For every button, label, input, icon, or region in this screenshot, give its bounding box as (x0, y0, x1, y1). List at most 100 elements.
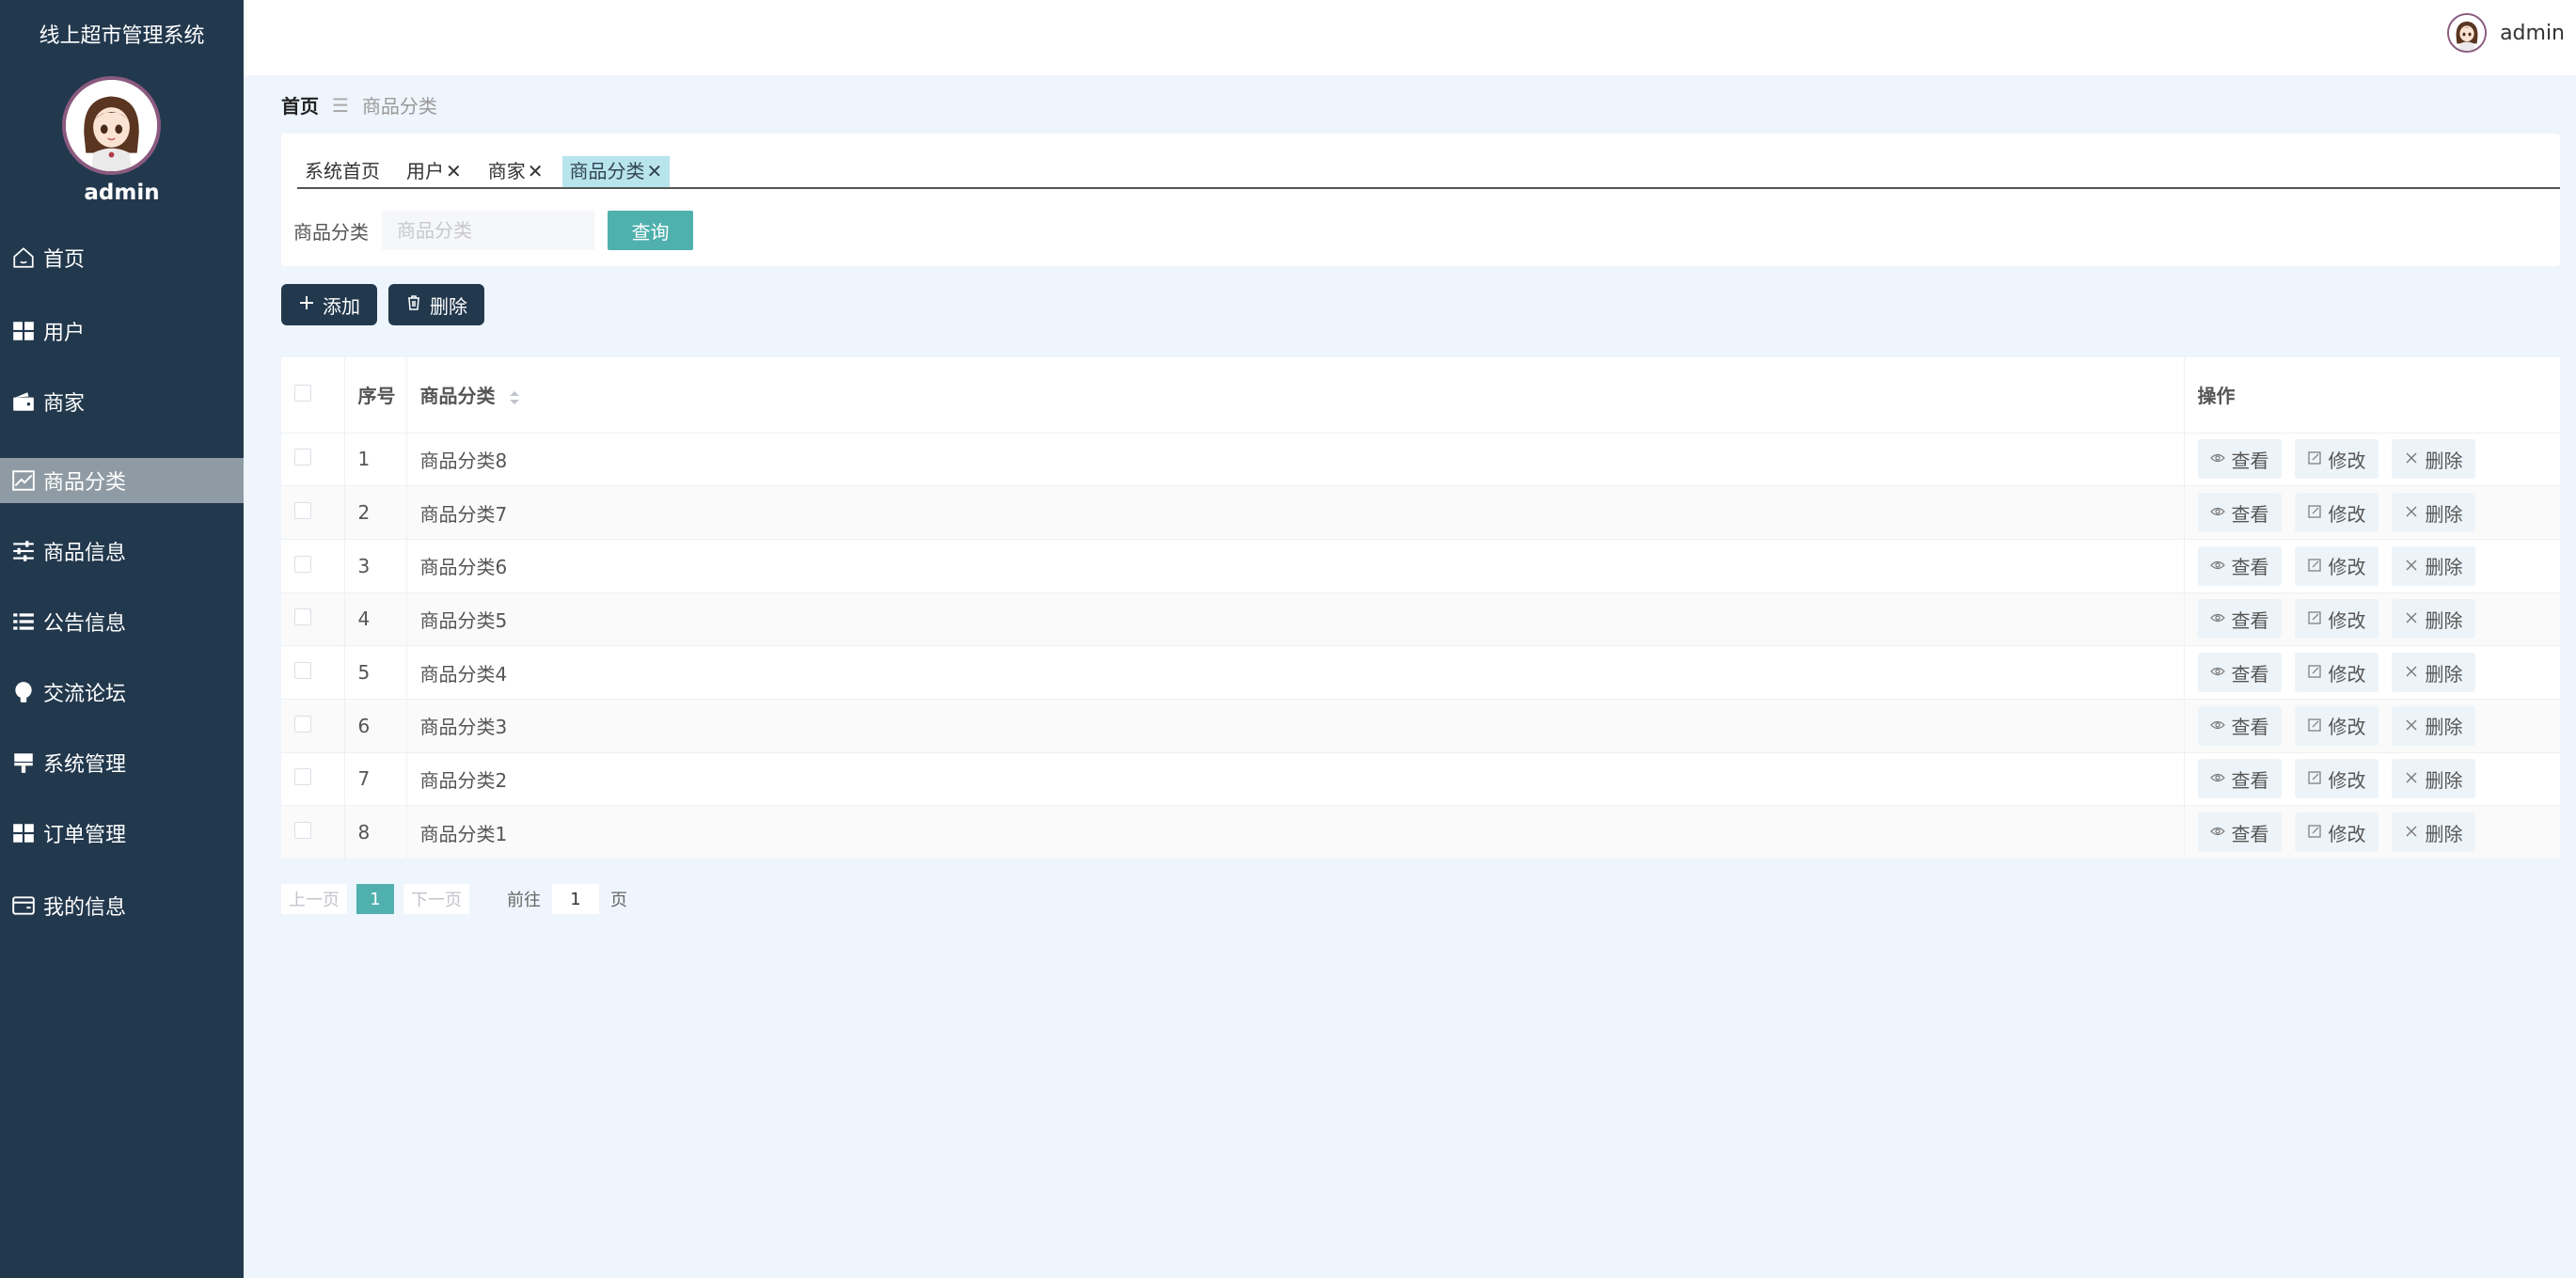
tab-bar: 系统首页 用户 ✕ 商家 ✕ 商品分类 ✕ (297, 156, 2560, 189)
edit-icon (2307, 661, 2322, 684)
row-delete-button[interactable]: 删除 (2391, 705, 2475, 746)
row-checkbox[interactable] (294, 449, 311, 466)
action-bar: 添加 删除 (281, 284, 484, 325)
sidebar-item-users[interactable]: 用户 (0, 308, 244, 354)
user-menu[interactable]: admin (2447, 13, 2565, 53)
top-username[interactable]: admin (2500, 22, 2565, 45)
breadcrumb-home[interactable]: 首页 (281, 91, 319, 118)
avatar[interactable] (2447, 13, 2488, 53)
view-button-label: 查看 (2231, 502, 2269, 526)
close-icon[interactable]: ✕ (446, 156, 462, 187)
sidebar-item-orders[interactable]: 订单管理 (0, 811, 244, 856)
page-unit-label: 页 (610, 891, 627, 910)
row-name: 商品分类4 (406, 645, 2185, 700)
tab-system-home[interactable]: 系统首页 (297, 156, 387, 187)
close-icon (2404, 607, 2419, 630)
edit-button[interactable]: 修改 (2294, 653, 2378, 693)
edit-button-label: 修改 (2328, 768, 2366, 792)
eye-icon (2209, 661, 2225, 684)
view-button[interactable]: 查看 (2197, 705, 2282, 746)
breadcrumb-current: 商品分类 (361, 95, 437, 118)
goto-page-input[interactable] (552, 884, 599, 914)
edit-button[interactable]: 修改 (2294, 599, 2378, 639)
view-button[interactable]: 查看 (2197, 759, 2282, 799)
page-number-button[interactable]: 1 (356, 884, 394, 914)
view-button[interactable]: 查看 (2197, 813, 2282, 853)
row-delete-button[interactable]: 删除 (2391, 439, 2475, 480)
search-input[interactable] (382, 211, 594, 250)
grid-icon (11, 821, 36, 845)
sort-icon[interactable] (509, 390, 520, 405)
row-delete-button[interactable]: 删除 (2391, 493, 2475, 533)
add-button-label: 添加 (323, 294, 360, 318)
row-checkbox[interactable] (294, 502, 311, 520)
row-delete-button-label: 删除 (2425, 449, 2463, 472)
sidebar-item-categories[interactable]: 商品分类 (0, 458, 244, 503)
delete-button[interactable]: 删除 (388, 284, 484, 325)
row-index: 4 (344, 592, 407, 647)
sidebar-item-notices[interactable]: 公告信息 (0, 599, 244, 644)
row-delete-button[interactable]: 删除 (2391, 545, 2475, 586)
add-button[interactable]: 添加 (281, 284, 377, 325)
sidebar-item-label: 商品分类 (43, 471, 127, 495)
tab-categories[interactable]: 商品分类 ✕ (561, 156, 671, 187)
select-all-checkbox[interactable] (294, 384, 311, 402)
row-checkbox[interactable] (294, 768, 311, 786)
view-button[interactable]: 查看 (2197, 439, 2282, 480)
view-button-label: 查看 (2231, 822, 2269, 845)
close-icon (2404, 661, 2419, 684)
view-button[interactable]: 查看 (2197, 599, 2282, 639)
close-icon[interactable]: ✕ (528, 156, 544, 187)
search-button[interactable]: 查询 (608, 211, 693, 250)
eye-icon (2209, 715, 2225, 737)
edit-button[interactable]: 修改 (2294, 759, 2378, 799)
view-button-label: 查看 (2231, 449, 2269, 472)
row-delete-button[interactable]: 删除 (2391, 759, 2475, 799)
close-icon[interactable]: ✕ (647, 156, 663, 187)
tab-users[interactable]: 用户 ✕ (399, 156, 469, 187)
row-delete-button[interactable]: 删除 (2391, 599, 2475, 639)
edit-button[interactable]: 修改 (2294, 705, 2378, 746)
sidebar-item-home[interactable]: 首页 (0, 235, 244, 280)
view-button[interactable]: 查看 (2197, 653, 2282, 693)
avatar-image (66, 80, 157, 171)
row-checkbox[interactable] (294, 608, 311, 626)
edit-button-label: 修改 (2328, 502, 2366, 526)
view-button[interactable]: 查看 (2197, 545, 2282, 586)
edit-button[interactable]: 修改 (2294, 439, 2378, 480)
table-row: 8 商品分类1 查看 修改 删除 (281, 805, 2561, 860)
header-name[interactable]: 商品分类 (406, 357, 2185, 434)
row-checkbox[interactable] (294, 662, 311, 680)
sidebar-item-system[interactable]: 系统管理 (0, 740, 244, 785)
sidebar-item-forum[interactable]: 交流论坛 (0, 670, 244, 715)
sidebar-item-label: 订单管理 (43, 824, 127, 847)
tab-merchants[interactable]: 商家 ✕ (481, 156, 551, 187)
row-name: 商品分类7 (406, 485, 2185, 540)
edit-button[interactable]: 修改 (2294, 813, 2378, 853)
top-bar: admin (244, 0, 2576, 75)
row-checkbox[interactable] (294, 822, 311, 840)
edit-icon (2307, 767, 2322, 790)
row-actions: 查看 修改 删除 (2197, 813, 2561, 853)
avatar[interactable] (62, 76, 161, 175)
view-button[interactable]: 查看 (2197, 493, 2282, 533)
close-icon (2404, 501, 2419, 524)
row-checkbox[interactable] (294, 715, 311, 733)
edit-button[interactable]: 修改 (2294, 493, 2378, 533)
row-delete-button[interactable]: 删除 (2391, 813, 2475, 853)
sidebar-item-merchants[interactable]: 商家 (0, 379, 244, 424)
row-checkbox[interactable] (294, 555, 311, 573)
sidebar-item-profile[interactable]: 我的信息 (0, 883, 244, 928)
prev-page-button[interactable]: 上一页 (281, 884, 347, 914)
eye-icon (2209, 767, 2225, 790)
view-button-label: 查看 (2231, 608, 2269, 632)
next-page-button[interactable]: 下一页 (403, 884, 469, 914)
row-delete-button[interactable]: 删除 (2391, 653, 2475, 693)
edit-icon (2307, 448, 2322, 470)
tab-label: 用户 (406, 160, 444, 182)
sidebar-item-products[interactable]: 商品信息 (0, 529, 244, 574)
row-name: 商品分类5 (406, 592, 2185, 647)
edit-button[interactable]: 修改 (2294, 545, 2378, 586)
wallet-icon (11, 389, 36, 414)
edit-button-label: 修改 (2328, 822, 2366, 845)
